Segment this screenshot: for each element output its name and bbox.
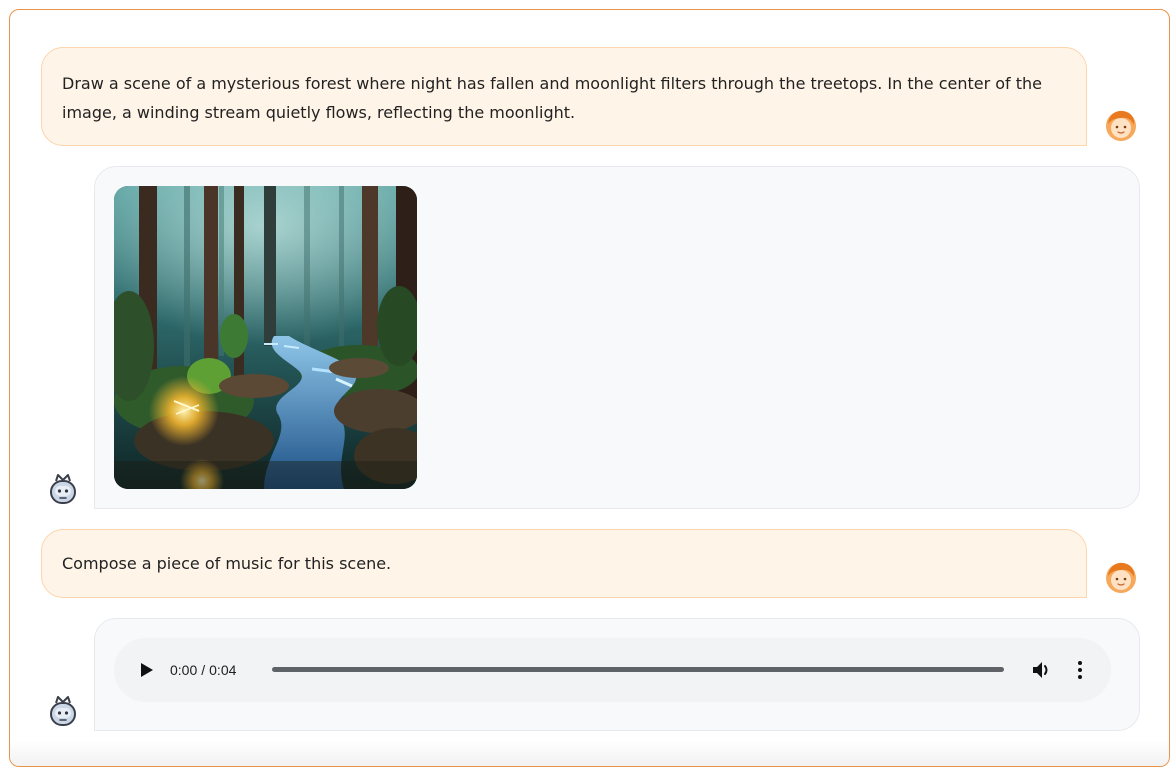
robot-avatar-icon xyxy=(50,474,76,504)
audio-time-display: 0:00/0:04 xyxy=(170,659,236,681)
play-icon[interactable] xyxy=(140,662,154,678)
user-message-bubble: Compose a piece of music for this scene. xyxy=(41,529,1087,598)
more-options-icon[interactable] xyxy=(1074,660,1086,680)
audio-player[interactable]: 0:00/0:04 xyxy=(114,638,1111,702)
audio-duration: 0:04 xyxy=(209,662,237,678)
bot-message-bubble: 0:00/0:04 xyxy=(94,618,1140,731)
volume-icon[interactable] xyxy=(1031,659,1053,681)
robot-avatar-icon xyxy=(50,696,76,726)
generated-forest-stream-image[interactable] xyxy=(114,186,417,489)
audio-current-time: 0:00 xyxy=(170,662,198,678)
chat-window: Draw a scene of a mysterious forest wher… xyxy=(9,9,1170,767)
bottom-fade xyxy=(10,740,1169,766)
user-message-bubble: Draw a scene of a mysterious forest wher… xyxy=(41,47,1087,146)
user-message-text: Draw a scene of a mysterious forest wher… xyxy=(62,74,1043,122)
user-message-text: Compose a piece of music for this scene. xyxy=(62,554,392,573)
user-avatar-icon xyxy=(1106,562,1136,593)
user-avatar-icon xyxy=(1106,110,1136,141)
bot-message-bubble xyxy=(94,166,1140,509)
audio-time-separator: / xyxy=(201,662,206,678)
audio-progress-slider[interactable] xyxy=(272,667,1004,672)
